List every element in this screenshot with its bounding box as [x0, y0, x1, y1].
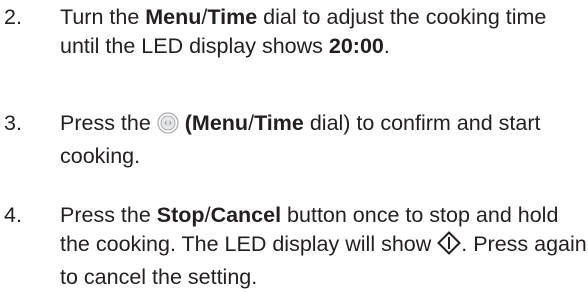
- text-run: Turn the: [60, 5, 146, 29]
- time-label: Time: [207, 5, 258, 29]
- menu-label: Menu: [145, 5, 202, 29]
- start-symbol-icon: [437, 231, 462, 263]
- time-label: Time: [254, 111, 304, 135]
- stop-label: Stop: [156, 203, 205, 227]
- menu-label: (Menu: [178, 111, 249, 135]
- step-text: Press the (Menu/Time dial) to confirm an…: [60, 109, 588, 171]
- text-run: Press the: [60, 111, 157, 135]
- step-number: 2.: [4, 5, 22, 29]
- step-text: Turn the Menu/Time dial to adjust the co…: [60, 3, 588, 61]
- step-text: Press the Stop/Cancel button once to sto…: [60, 201, 588, 292]
- text-run: Press the: [60, 203, 157, 227]
- cancel-label: Cancel: [210, 203, 282, 227]
- time-value: 20:00: [328, 34, 384, 58]
- text-run: .: [383, 34, 390, 58]
- step-number: 3.: [4, 111, 22, 135]
- dial-button-icon: [157, 112, 179, 142]
- step-number: 4.: [4, 203, 22, 227]
